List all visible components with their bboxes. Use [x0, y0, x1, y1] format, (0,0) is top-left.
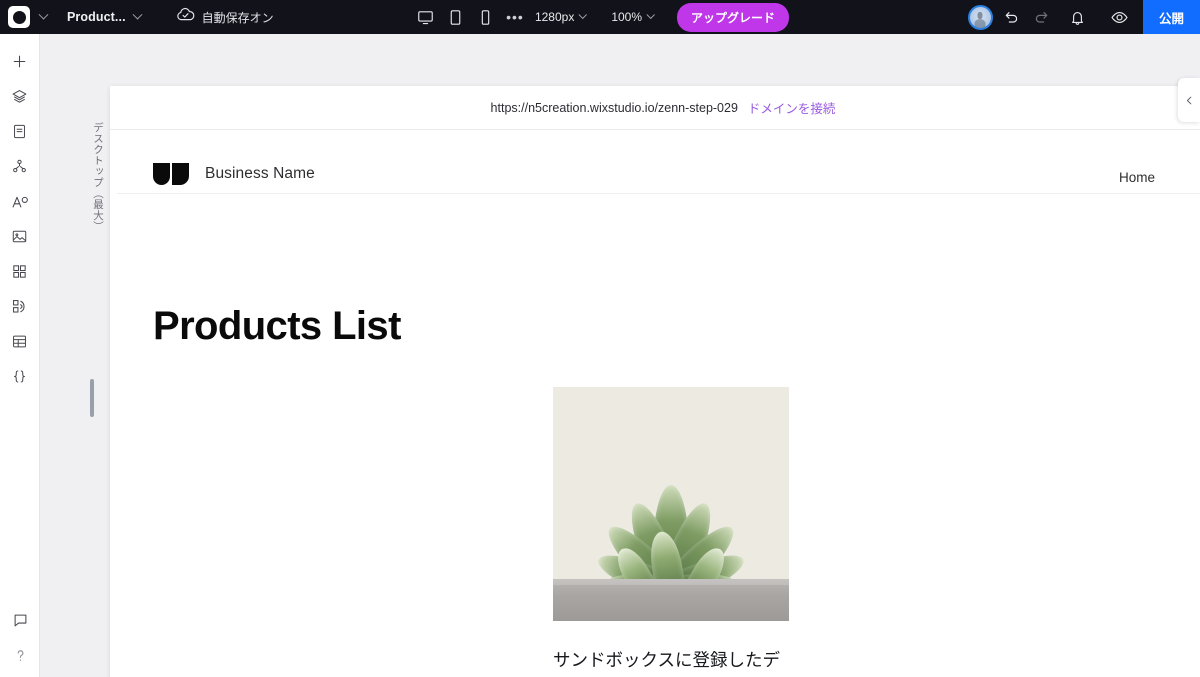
zoom-selector[interactable]: 100%: [605, 6, 659, 28]
plus-add-icon[interactable]: [0, 44, 40, 79]
chat-bubble-icon[interactable]: [0, 603, 40, 638]
mobile-icon[interactable]: [471, 2, 501, 32]
zoom-chevron-down-icon: [646, 10, 655, 20]
cms-table-icon[interactable]: [0, 324, 40, 359]
top-toolbar: Product... 自動保存オン ••• 1280px 100% アップグレー…: [0, 0, 1200, 34]
media-image-icon[interactable]: [0, 219, 40, 254]
publish-button[interactable]: 公開: [1142, 0, 1200, 34]
dev-mode-braces-icon[interactable]: [0, 359, 40, 394]
site-url-text: https://n5creation.wixstudio.io/zenn-ste…: [490, 100, 738, 115]
business-logo-icon: [153, 163, 189, 185]
help-question-icon[interactable]: [0, 638, 40, 673]
cloud-check-icon: [176, 5, 195, 29]
text-theme-icon[interactable]: [0, 184, 40, 219]
ellipsis-icon[interactable]: •••: [501, 10, 529, 24]
undo-icon[interactable]: [997, 2, 1027, 32]
site-header: Business Name Home: [117, 130, 1200, 194]
business-name-label: Business Name: [205, 165, 315, 182]
canvas-stage: デスクトップ（最大） https://n5creation.wixstudio.…: [40, 34, 1200, 677]
site-menu-chevron-down-icon[interactable]: [128, 2, 148, 32]
autosave-label: 自動保存オン: [201, 10, 274, 25]
left-rail-bottom-group: [0, 603, 40, 673]
site-body: Products List サンドボックスに登録したデ: [117, 194, 1200, 677]
tablet-icon[interactable]: [441, 2, 471, 32]
eye-icon[interactable]: [1105, 2, 1135, 32]
breakpoint-chevron-down-icon: [578, 10, 588, 20]
left-rail: [0, 34, 40, 677]
site-url-bar: https://n5creation.wixstudio.io/zenn-ste…: [110, 86, 1200, 130]
autosave-status: 自動保存オン: [176, 5, 274, 29]
pages-icon[interactable]: [0, 114, 40, 149]
plant-illustration: [553, 387, 789, 621]
zoom-value: 100%: [611, 10, 643, 24]
right-panel-toggle-chevron-left-icon[interactable]: [1178, 78, 1200, 122]
site-canvas: https://n5creation.wixstudio.io/zenn-ste…: [110, 86, 1200, 677]
site-nav-home-link[interactable]: Home: [1119, 170, 1173, 185]
viewport-label: デスクトップ（最大）: [92, 122, 104, 232]
apps-grid-icon[interactable]: [0, 254, 40, 289]
upgrade-button[interactable]: アップグレード: [677, 2, 790, 32]
stage-left-scrollbar-thumb[interactable]: [90, 379, 94, 417]
layers-icon[interactable]: [0, 79, 40, 114]
breakpoint-value: 1280px: [534, 10, 575, 24]
plant-pot: [553, 579, 789, 621]
connect-domain-link[interactable]: ドメインを接続: [748, 98, 836, 117]
user-avatar-icon[interactable]: [967, 4, 993, 30]
breakpoint-selector[interactable]: 1280px: [529, 6, 591, 28]
toolbar-left-group: Product... 自動保存オン: [0, 0, 274, 34]
editor-window: Product... 自動保存オン ••• 1280px 100% アップグレー…: [0, 0, 1200, 677]
site-branding[interactable]: Business Name: [153, 163, 315, 185]
site-structure-icon[interactable]: [0, 149, 40, 184]
site-name-label[interactable]: Product...: [53, 10, 128, 24]
desktop-icon[interactable]: [411, 2, 441, 32]
page-title: Products List: [153, 304, 401, 348]
wix-logo-icon[interactable]: [8, 6, 30, 28]
product-title: サンドボックスに登録したデータ: [553, 650, 780, 670]
interactions-icon[interactable]: [0, 289, 40, 324]
product-card[interactable]: サンドボックスに登録したデータ 検証用のデータ。草。: [553, 387, 789, 677]
redo-icon[interactable]: [1027, 2, 1057, 32]
site-preview: Business Name Home Products List サンドボックス…: [117, 130, 1200, 677]
succulent-plant-photo: [553, 387, 789, 621]
bell-icon[interactable]: [1063, 2, 1093, 32]
logo-menu-chevron-down-icon[interactable]: [33, 2, 53, 32]
toolbar-right-group: 公開: [967, 0, 1200, 34]
